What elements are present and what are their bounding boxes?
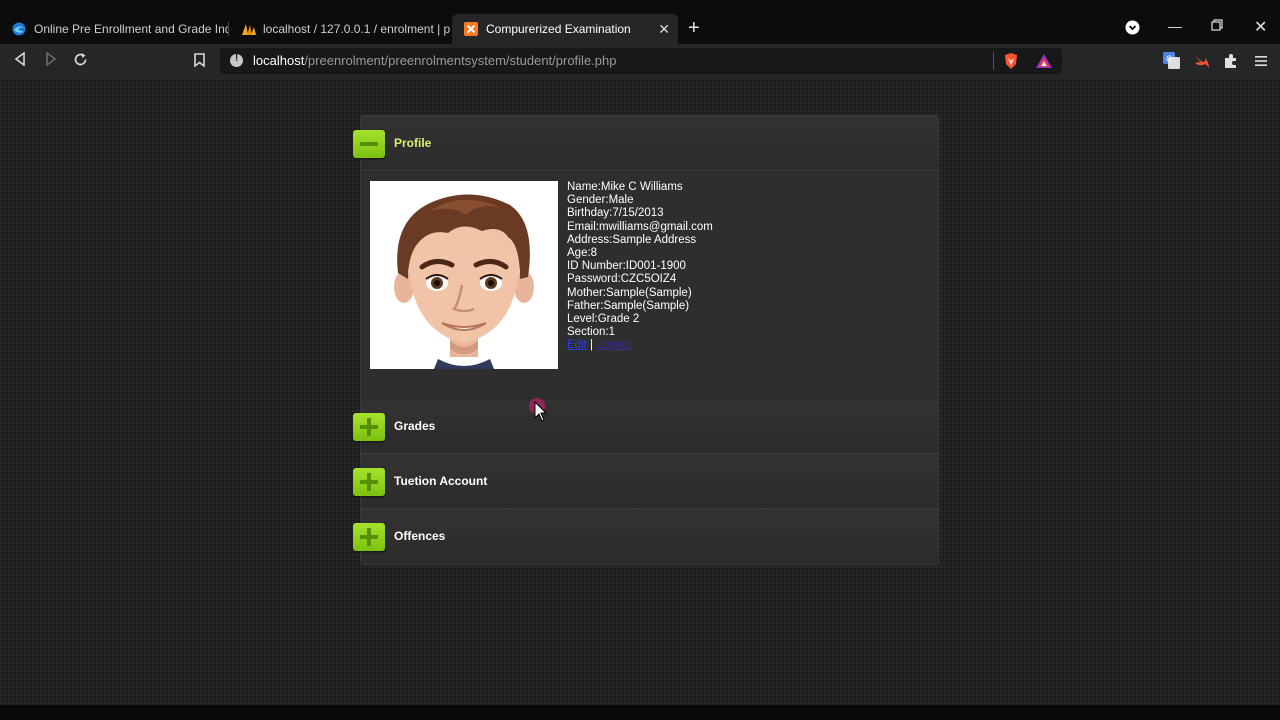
tab-title: Compurerized Examination: [486, 22, 631, 36]
tab-title: localhost / 127.0.0.1 / enrolment | php: [263, 22, 451, 36]
tab-online-pre-enrollment[interactable]: Online Pre Enrollment and Grade Inqu: [0, 14, 228, 44]
phpmyadmin-icon: [241, 22, 256, 36]
svg-text:G: G: [1166, 55, 1172, 64]
google-translate-icon[interactable]: G: [1163, 52, 1180, 74]
profile-field-gender: Gender:Male: [567, 194, 634, 207]
bottom-bar: [0, 705, 1280, 720]
bookmark-icon[interactable]: [194, 53, 205, 71]
profile-body: Name:Mike C Williams Gender:Male Birthda…: [361, 172, 938, 398]
address-bar[interactable]: localhost/preenrolment/preenrolmentsyste…: [220, 48, 1062, 74]
student-accordion: Profile Name:Mike C Williams Gender:Male…: [353, 115, 939, 565]
new-tab-icon[interactable]: +: [688, 18, 700, 38]
accordion-header-offences[interactable]: Offences: [353, 509, 938, 564]
site-info-icon[interactable]: [230, 53, 243, 67]
tab-phpmyadmin[interactable]: localhost / 127.0.0.1 / enrolment | php: [229, 14, 451, 44]
tab-bar: Online Pre Enrollment and Grade Inqu loc…: [0, 0, 1280, 44]
reload-icon[interactable]: [73, 52, 88, 71]
expand-plus-icon[interactable]: [353, 413, 385, 441]
profile-field-password: Password:CZC5OIZ4: [567, 273, 677, 286]
close-window-icon[interactable]: ✕: [1254, 17, 1267, 37]
mouse-cursor-icon: [528, 397, 550, 428]
browser-toolbar: localhost/preenrolment/preenrolmentsyste…: [0, 44, 1280, 78]
close-tab-icon[interactable]: ✕: [658, 21, 670, 38]
swift-icon[interactable]: [1194, 53, 1210, 74]
logout-link[interactable]: Logout: [596, 339, 631, 351]
profile-field-level: Level:Grade 2: [567, 313, 640, 326]
accordion-title: Offences: [394, 529, 446, 543]
accordion-title: Tuetion Account: [394, 474, 488, 488]
tab-title: Online Pre Enrollment and Grade Inqu: [34, 22, 228, 36]
profile-actions: Edit | Logout: [567, 339, 713, 352]
page-content: Profile Name:Mike C Williams Gender:Male…: [0, 78, 1280, 705]
edge-globe-icon: [12, 22, 26, 36]
student-avatar: [370, 181, 558, 369]
accordion-header-profile[interactable]: Profile: [353, 116, 938, 171]
extensions-icon[interactable]: [1223, 53, 1239, 74]
expand-plus-icon[interactable]: [353, 523, 385, 551]
profile-field-name: Name:Mike C Williams: [567, 181, 683, 193]
menu-icon[interactable]: [1255, 54, 1267, 72]
brave-shields-icon[interactable]: [1003, 52, 1019, 75]
profile-field-section: Section:1: [567, 326, 615, 339]
minimize-icon[interactable]: —: [1168, 18, 1182, 34]
profile-field-father: Father:Sample(Sample): [567, 299, 690, 312]
collapse-minus-icon[interactable]: [353, 130, 385, 158]
accordion-header-tuition-account[interactable]: Tuetion Account: [353, 454, 938, 509]
cartoon-face-icon: [370, 181, 558, 369]
profile-info: Name:Mike C Williams Gender:Male Birthda…: [567, 181, 713, 353]
restore-icon[interactable]: [1211, 18, 1223, 34]
profile-field-birthday: Birthday:7/15/2013: [567, 207, 664, 220]
expand-plus-icon[interactable]: [353, 468, 385, 496]
profile-field-email: Email:mwilliams@gmail.com: [567, 220, 713, 233]
accordion-title: Grades: [394, 419, 436, 433]
profile-field-id-number: ID Number:ID001-1900: [567, 260, 686, 273]
profile-field-mother: Mother:Sample(Sample): [567, 286, 692, 299]
brave-rewards-icon[interactable]: [1035, 53, 1053, 74]
tab-computerized-examination[interactable]: Compurerized Examination ✕: [452, 14, 678, 44]
tab-search-icon[interactable]: [1125, 20, 1140, 38]
profile-field-address: Address:Sample Address: [567, 233, 697, 246]
accordion-header-grades[interactable]: Grades: [353, 399, 938, 454]
edit-link[interactable]: Edit: [567, 339, 587, 351]
accordion-title: Profile: [394, 136, 432, 150]
profile-field-age: Age:8: [567, 247, 598, 260]
xampp-icon: [464, 22, 478, 36]
back-icon[interactable]: [14, 51, 26, 70]
url-text: localhost/preenrolment/preenrolmentsyste…: [253, 53, 617, 68]
forward-icon[interactable]: [45, 51, 57, 70]
link-separator: |: [590, 339, 594, 352]
